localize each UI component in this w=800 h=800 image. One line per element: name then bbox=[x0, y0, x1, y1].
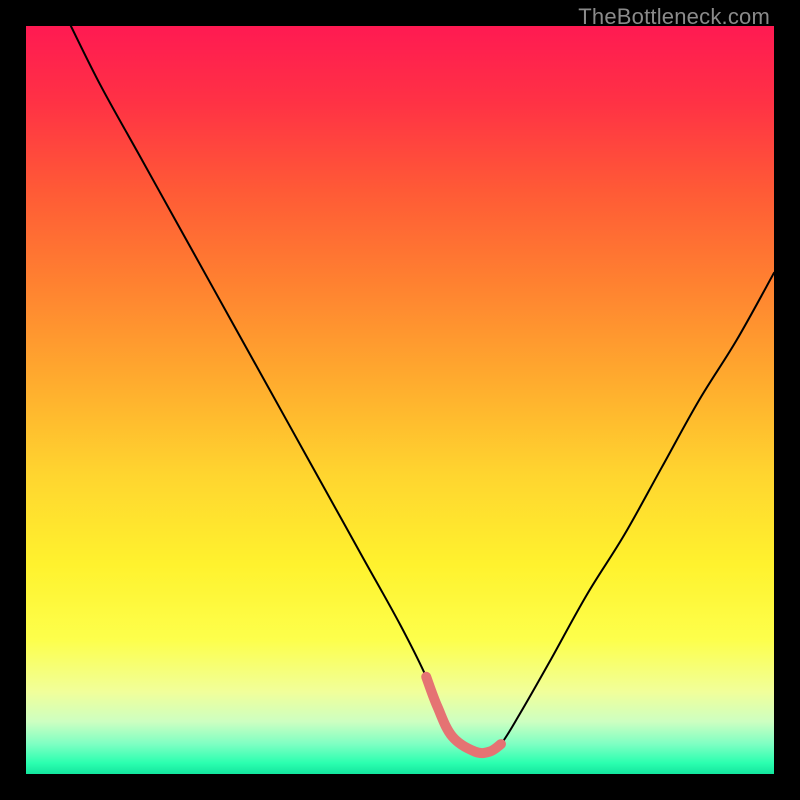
plot-area bbox=[26, 26, 774, 774]
bottleneck-curve bbox=[71, 26, 774, 753]
chart-frame: TheBottleneck.com bbox=[0, 0, 800, 800]
watermark-text: TheBottleneck.com bbox=[578, 4, 770, 30]
valley-accent bbox=[426, 677, 501, 753]
curve-layer bbox=[26, 26, 774, 774]
